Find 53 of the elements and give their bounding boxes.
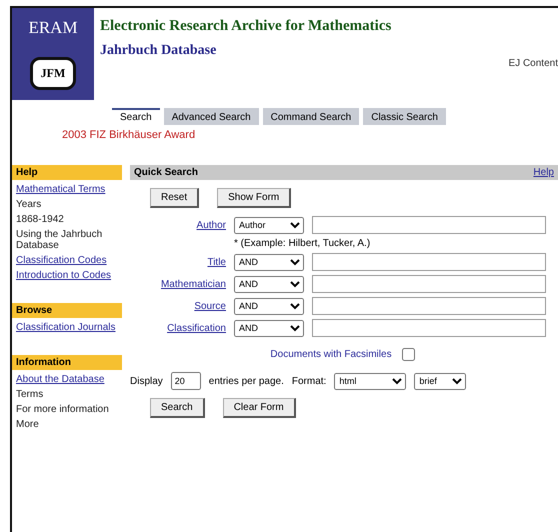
sidebar-heading: Help	[12, 165, 122, 180]
form-button[interactable]: Clear Form	[222, 398, 296, 418]
search-input[interactable]	[312, 319, 546, 337]
form-button[interactable]: Show Form	[217, 188, 292, 208]
per-page-label: entries per page.	[208, 376, 284, 386]
header-link[interactable]: EJ Content	[508, 58, 558, 100]
logo-badge: JFM	[30, 57, 76, 90]
form-button[interactable]: Reset	[150, 188, 200, 208]
nav-tab[interactable]: Advanced Search	[164, 108, 259, 125]
nav-tab[interactable]: Command Search	[262, 108, 360, 125]
sidebar-heading: Browse	[12, 303, 122, 318]
form-button[interactable]: Search	[150, 398, 205, 418]
sidebar-link[interactable]: Introduction to Codes	[12, 270, 122, 281]
facsimile-label: Documents with Facsimiles	[270, 349, 392, 360]
nav-tab[interactable]: Classic Search	[363, 108, 446, 125]
award-notice: 2003 FIZ Birkhäuser Award	[62, 129, 196, 141]
operator-select[interactable]: Author	[234, 216, 304, 234]
field-label[interactable]: Title	[130, 256, 226, 268]
format-select[interactable]: brief	[414, 372, 466, 390]
format-label: Format:	[292, 376, 326, 386]
sidebar-link[interactable]: Classification Codes	[12, 255, 122, 266]
field-label[interactable]: Mathematician	[130, 278, 226, 290]
sidebar-link[interactable]: About the Database	[12, 374, 122, 385]
sidebar-link[interactable]: Classification Journals	[12, 322, 122, 333]
help-link[interactable]: Help	[533, 167, 554, 178]
logo-text: ERAM	[28, 18, 78, 38]
search-input[interactable]	[312, 216, 546, 234]
field-label[interactable]: Source	[130, 300, 226, 312]
sidebar-link[interactable]: Mathematical Terms	[12, 184, 122, 195]
operator-select[interactable]: AND	[234, 276, 304, 292]
facsimile-checkbox[interactable]	[402, 348, 415, 361]
panel-title: Quick Search	[134, 167, 198, 178]
format-select[interactable]: html	[334, 372, 406, 390]
sidebar-text: Terms	[15, 389, 44, 400]
search-input[interactable]	[312, 275, 546, 293]
sidebar-text: 1868-1942	[15, 214, 65, 225]
count-input[interactable]: 20	[170, 372, 201, 390]
search-input[interactable]	[312, 297, 546, 315]
sidebar-heading: Information	[12, 355, 122, 370]
sidebar-text: More	[15, 419, 40, 430]
site-title: Electronic Research Archive for Mathematics	[100, 18, 392, 35]
sidebar-text: For more information	[15, 404, 110, 415]
field-label[interactable]: Classification	[130, 322, 226, 334]
field-hint: * (Example: Hilbert, Tucker, A.)	[234, 238, 372, 249]
display-label: Display	[130, 376, 163, 386]
operator-select[interactable]: AND	[234, 320, 304, 336]
site-subtitle: Jahrbuch Database	[100, 43, 218, 59]
operator-select[interactable]: AND	[234, 254, 304, 270]
sidebar-text: Years	[15, 199, 42, 210]
search-input[interactable]	[312, 253, 546, 271]
field-label[interactable]: Author	[130, 220, 226, 230]
sidebar-text: Using the Jahrbuch Database	[15, 229, 104, 251]
operator-select[interactable]: AND	[234, 298, 304, 314]
